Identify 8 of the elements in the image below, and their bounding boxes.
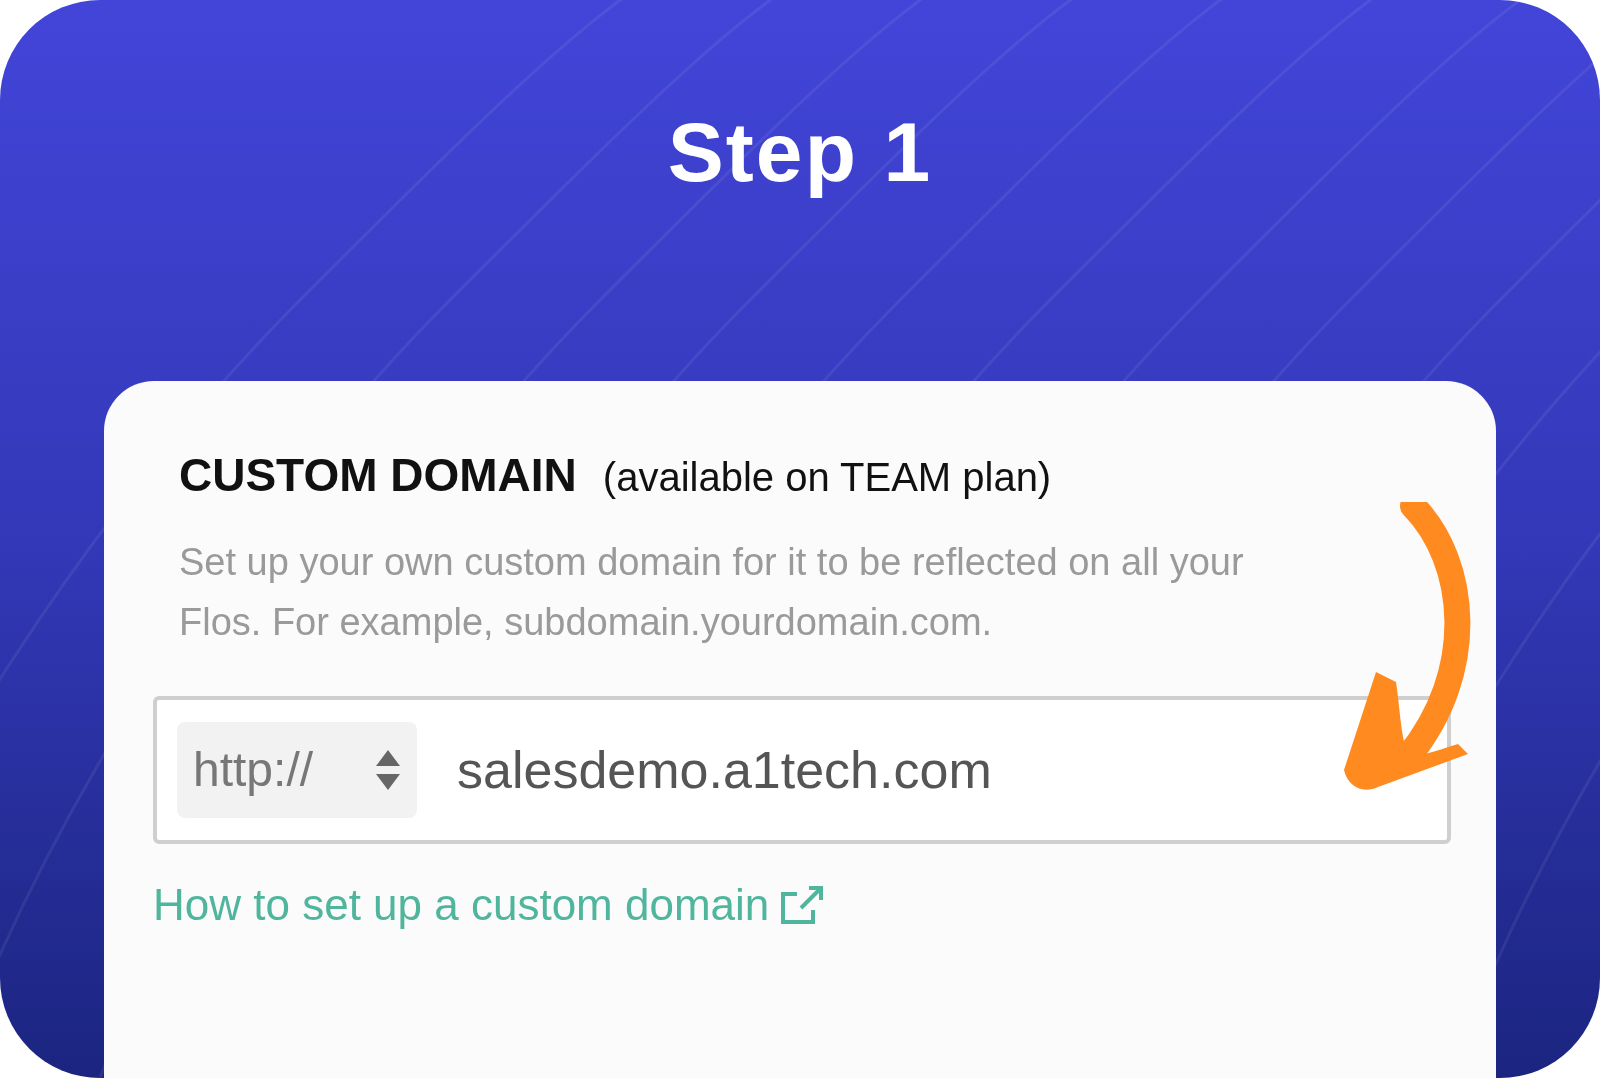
domain-field[interactable]: http:// salesdemo.a1tech.com (153, 696, 1451, 844)
protocol-select[interactable]: http:// (177, 722, 417, 818)
section-description: Set up your own custom domain for it to be reflected on all your Flos. For example, subdomain.yourdomain.com. (179, 540, 1245, 645)
external-link-icon (779, 884, 826, 926)
plan-note: (available on TEAM plan) (602, 454, 1052, 501)
section-heading: CUSTOM DOMAIN (179, 448, 577, 503)
domain-input[interactable]: salesdemo.a1tech.com (457, 731, 1077, 809)
spinner-arrows-icon (375, 748, 401, 792)
